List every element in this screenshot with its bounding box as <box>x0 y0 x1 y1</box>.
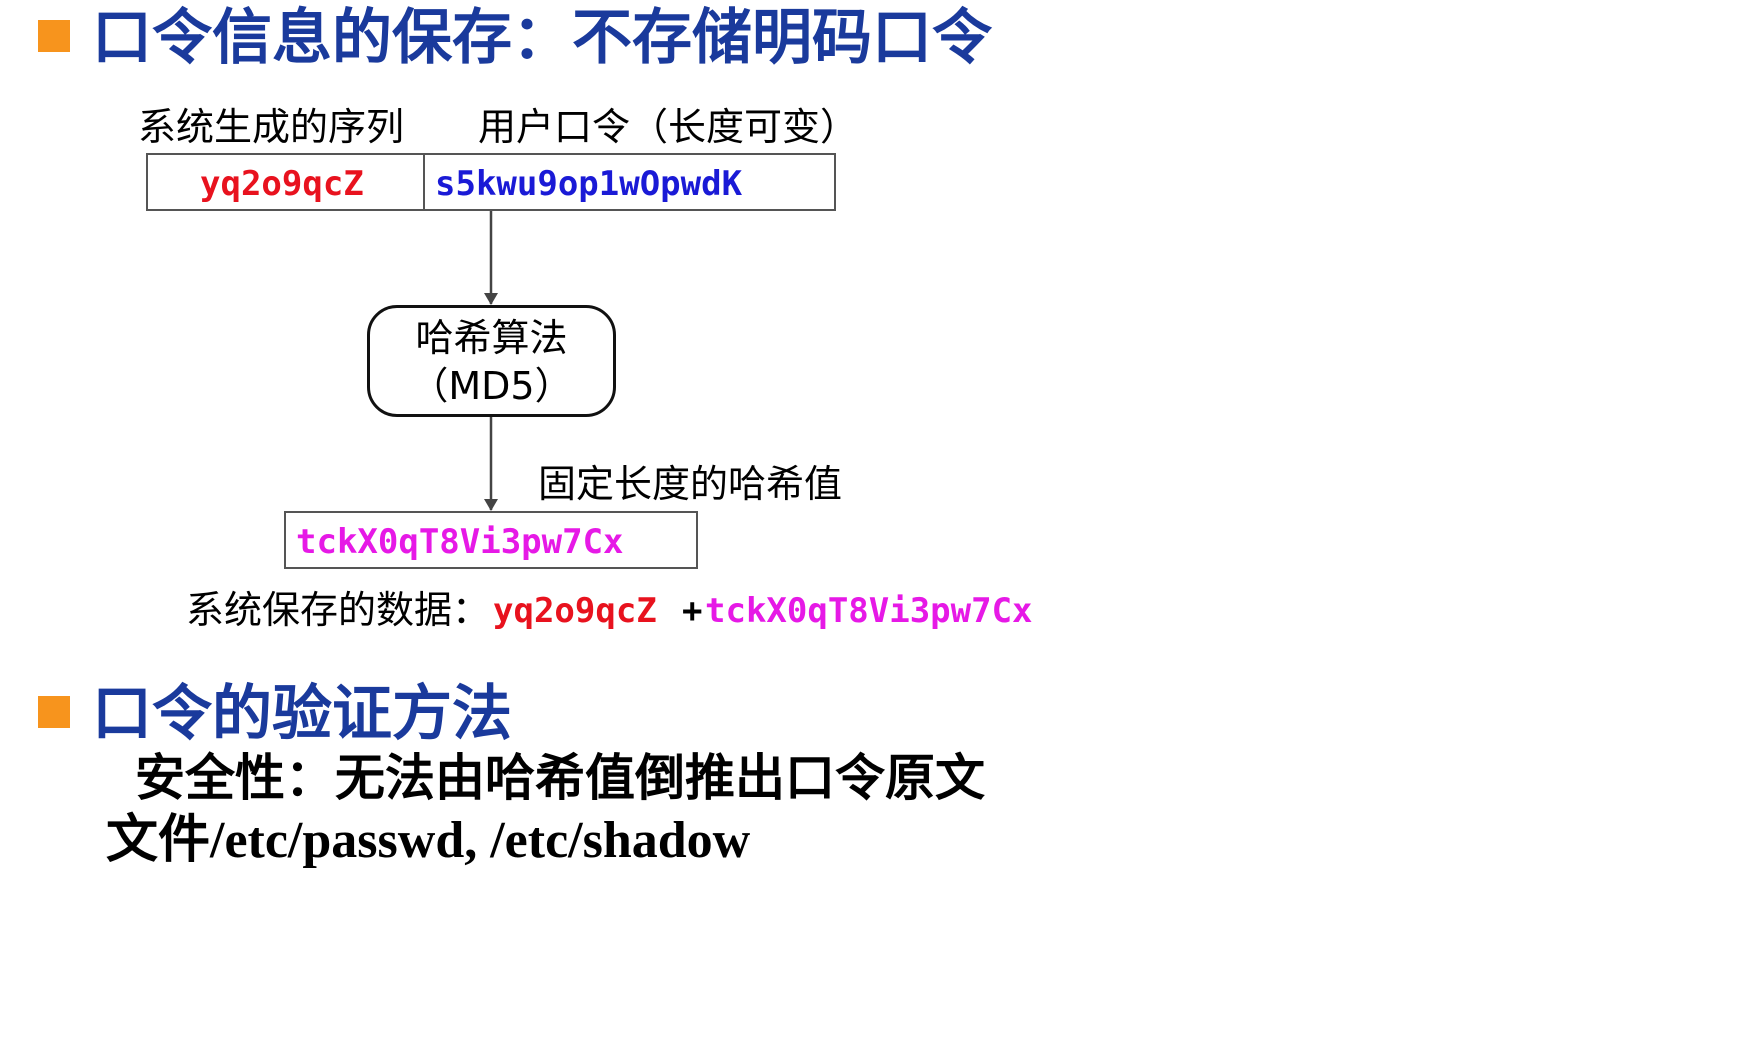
stored-plus: + <box>682 591 703 631</box>
section-title-verification: 口令的验证方法 <box>92 679 512 749</box>
hash-algorithm-box: 哈希算法 （MD5） <box>367 305 616 417</box>
hash-output-box: tckX0qT8Vi3pw7Cx <box>284 511 698 569</box>
hash-algorithm-name: （MD5） <box>410 364 573 408</box>
hash-algorithm-title: 哈希算法 <box>415 316 568 360</box>
hash-value: tckX0qT8Vi3pw7Cx <box>296 522 624 562</box>
security-note: 安全性：无法由哈希值倒推出口令原文 <box>135 749 985 807</box>
stored-salt: yq2o9qcZ <box>493 591 657 631</box>
stored-hash: tckX0qT8Vi3pw7Cx <box>705 591 1033 631</box>
files-note: 文件/etc/passwd, /etc/shadow <box>106 812 751 869</box>
stored-data-label: 系统保存的数据： <box>186 588 491 632</box>
flow-arrows <box>484 211 498 511</box>
bullet-square-icon <box>38 696 70 728</box>
label-fixed-hash: 固定长度的哈希值 <box>538 462 843 506</box>
